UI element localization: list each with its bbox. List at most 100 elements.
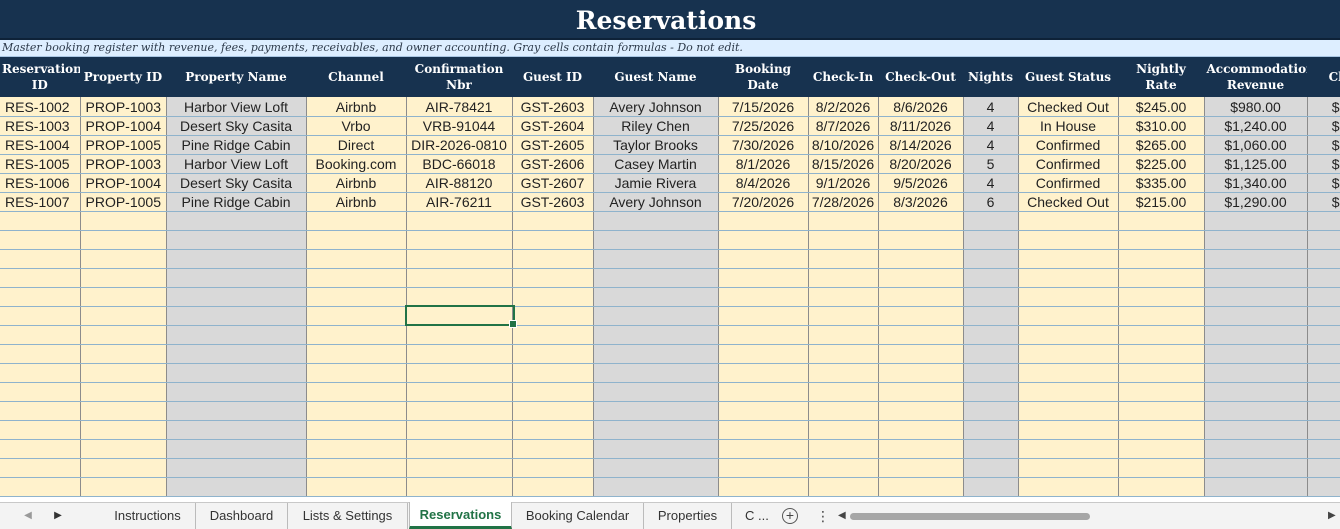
table-cell[interactable]: $1,340.00 [1204,173,1308,193]
table-cell[interactable]: AIR-78421 [406,97,513,117]
empty-cell[interactable] [1018,382,1119,402]
empty-cell[interactable] [0,458,81,478]
empty-cell[interactable] [512,306,594,326]
empty-cell[interactable] [963,401,1019,421]
table-cell[interactable]: 7/25/2026 [718,116,809,136]
table-cell[interactable]: Checked Out [1018,192,1119,212]
plus-circle-icon[interactable]: + [782,508,798,524]
empty-cell[interactable] [878,382,964,402]
empty-cell[interactable] [808,306,879,326]
empty-cell[interactable] [808,249,879,269]
table-cell[interactable]: In House [1018,116,1119,136]
empty-cell[interactable] [1204,306,1308,326]
empty-cell[interactable] [1118,325,1205,345]
table-cell[interactable]: $1 [1307,192,1340,212]
empty-cell[interactable] [963,344,1019,364]
empty-cell[interactable] [406,382,513,402]
empty-cell[interactable] [512,249,594,269]
triangle-right-icon[interactable]: ▶ [50,509,66,523]
table-cell[interactable]: $1,240.00 [1204,116,1308,136]
empty-cell[interactable] [1204,382,1308,402]
table-cell[interactable]: Booking.com [306,154,407,174]
empty-cell[interactable] [306,344,407,364]
table-cell[interactable]: $1,125.00 [1204,154,1308,174]
table-cell[interactable]: Airbnb [306,173,407,193]
empty-cell[interactable] [808,325,879,345]
table-cell[interactable]: Confirmed [1018,154,1119,174]
empty-cell[interactable] [878,401,964,421]
empty-cell[interactable] [963,458,1019,478]
empty-cell[interactable] [1307,401,1340,421]
empty-cell[interactable] [963,363,1019,383]
empty-cell[interactable] [878,363,964,383]
column-header[interactable]: Accommodation Revenue [1204,57,1308,97]
empty-cell[interactable] [878,249,964,269]
empty-cell[interactable] [306,325,407,345]
empty-cell[interactable] [878,458,964,478]
empty-cell[interactable] [878,439,964,459]
empty-cell[interactable] [512,344,594,364]
table-cell[interactable]: $245.00 [1118,97,1205,117]
table-cell[interactable]: $1 [1307,135,1340,155]
sheet-tab[interactable]: Properties [644,503,732,529]
table-cell[interactable]: PROP-1005 [80,135,167,155]
table-cell[interactable]: RES-1006 [0,173,81,193]
table-cell[interactable]: 7/20/2026 [718,192,809,212]
empty-cell[interactable] [0,306,81,326]
empty-cell[interactable] [1018,420,1119,440]
empty-cell[interactable] [1018,211,1119,231]
empty-cell[interactable] [1118,420,1205,440]
table-cell[interactable]: Harbor View Loft [166,97,307,117]
empty-cell[interactable] [1118,230,1205,250]
empty-cell[interactable] [808,458,879,478]
table-cell[interactable]: PROP-1004 [80,116,167,136]
table-cell[interactable]: 7/30/2026 [718,135,809,155]
table-cell[interactable]: $1,060.00 [1204,135,1308,155]
empty-cell[interactable] [1118,477,1205,497]
table-cell[interactable]: Harbor View Loft [166,154,307,174]
empty-cell[interactable] [808,344,879,364]
table-cell[interactable]: $335.00 [1118,173,1205,193]
empty-cell[interactable] [1018,477,1119,497]
empty-cell[interactable] [166,420,307,440]
empty-cell[interactable] [1307,230,1340,250]
empty-cell[interactable] [718,477,809,497]
empty-cell[interactable] [166,477,307,497]
table-cell[interactable]: AIR-76211 [406,192,513,212]
column-header[interactable]: Booking Date [718,57,809,97]
empty-cell[interactable] [306,439,407,459]
empty-cell[interactable] [0,325,81,345]
table-cell[interactable]: Checked Out [1018,97,1119,117]
empty-cell[interactable] [593,382,719,402]
empty-cell[interactable] [1018,325,1119,345]
table-cell[interactable]: 8/3/2026 [878,192,964,212]
empty-cell[interactable] [808,268,879,288]
table-cell[interactable]: Jamie Rivera [593,173,719,193]
empty-cell[interactable] [512,363,594,383]
empty-cell[interactable] [0,363,81,383]
table-cell[interactable]: 4 [963,173,1019,193]
table-cell[interactable]: GST-2604 [512,116,594,136]
empty-cell[interactable] [166,287,307,307]
empty-cell[interactable] [306,230,407,250]
empty-cell[interactable] [593,325,719,345]
empty-cell[interactable] [306,420,407,440]
table-cell[interactable]: GST-2605 [512,135,594,155]
empty-cell[interactable] [878,287,964,307]
table-cell[interactable]: $1 [1307,116,1340,136]
empty-cell[interactable] [166,230,307,250]
scroll-left-icon[interactable]: ◀ [838,509,846,523]
empty-cell[interactable] [0,249,81,269]
table-cell[interactable]: 8/1/2026 [718,154,809,174]
column-header[interactable]: Guest ID [512,57,594,97]
empty-cell[interactable] [406,363,513,383]
empty-cell[interactable] [963,211,1019,231]
table-cell[interactable]: $1 [1307,97,1340,117]
table-cell[interactable]: 8/7/2026 [808,116,879,136]
empty-cell[interactable] [1307,458,1340,478]
empty-cell[interactable] [80,325,167,345]
column-header[interactable]: Nights [963,57,1019,97]
empty-cell[interactable] [306,477,407,497]
more-sheets-tab[interactable]: C ... [745,503,769,529]
empty-cell[interactable] [1307,420,1340,440]
